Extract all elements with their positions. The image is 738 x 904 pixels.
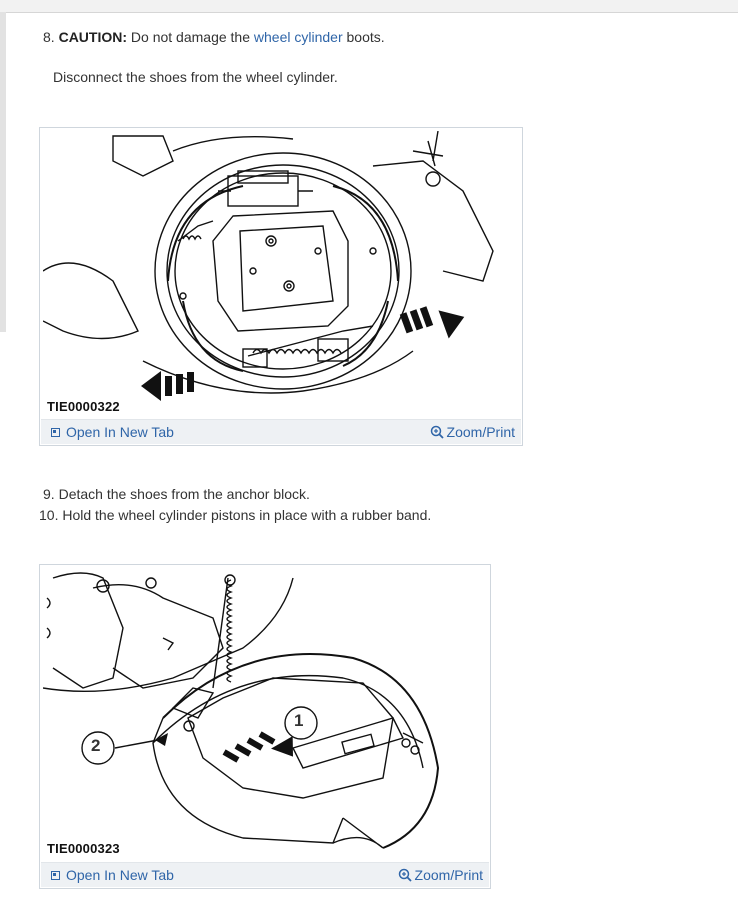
figure-caption: TIE0000322 (47, 399, 120, 414)
zoom-print-link[interactable]: Zoom/Print (430, 424, 515, 440)
step-10: 10. Hold the wheel cylinder pistons in p… (39, 506, 431, 524)
zoom-label: Zoom/Print (414, 867, 483, 883)
step-number: 8. (43, 29, 55, 45)
step-8: 8. CAUTION: Do not damage the wheel cyli… (43, 28, 385, 46)
figure-toolbar: Open In New Tab Zoom/Print (41, 862, 489, 887)
step-number: 9. (43, 486, 55, 502)
open-in-new-tab-link[interactable]: Open In New Tab (51, 867, 174, 883)
top-toolbar-edge (0, 0, 738, 13)
open-label: Open In New Tab (66, 867, 174, 883)
figure-caption: TIE0000323 (47, 841, 120, 856)
step-text: Do not damage the (127, 29, 254, 45)
zoom-print-link[interactable]: Zoom/Print (398, 867, 483, 883)
step-9: 9. Detach the shoes from the anchor bloc… (43, 485, 310, 503)
step-text: boots. (342, 29, 385, 45)
zoom-label: Zoom/Print (446, 424, 515, 440)
zoom-icon (430, 425, 444, 439)
new-tab-icon (51, 870, 60, 880)
wheel-cylinder-link[interactable]: wheel cylinder (254, 29, 343, 45)
callout-1: 1 (294, 711, 304, 730)
step-text: Hold the wheel cylinder pistons in place… (62, 507, 432, 523)
open-in-new-tab-link[interactable]: Open In New Tab (51, 424, 174, 440)
brake-shoe-illustration: 1 2 (43, 568, 487, 860)
brake-drum-illustration (43, 131, 519, 417)
step-text: Detach the shoes from the anchor block. (58, 486, 310, 502)
zoom-icon (398, 868, 412, 882)
new-tab-icon (51, 427, 60, 437)
figure-toolbar: Open In New Tab Zoom/Print (41, 419, 521, 444)
callout-2: 2 (91, 736, 101, 755)
figure-2: 1 2 TIE0000323 Open In New Tab Zoom/Prin… (39, 564, 491, 889)
scrollbar[interactable] (0, 12, 6, 332)
open-label: Open In New Tab (66, 424, 174, 440)
caution-label: CAUTION: (58, 29, 128, 45)
figure-1: TIE0000322 Open In New Tab Zoom/Print (39, 127, 523, 446)
step-8-subtext: Disconnect the shoes from the wheel cyli… (53, 69, 338, 85)
step-number: 10. (39, 507, 59, 523)
